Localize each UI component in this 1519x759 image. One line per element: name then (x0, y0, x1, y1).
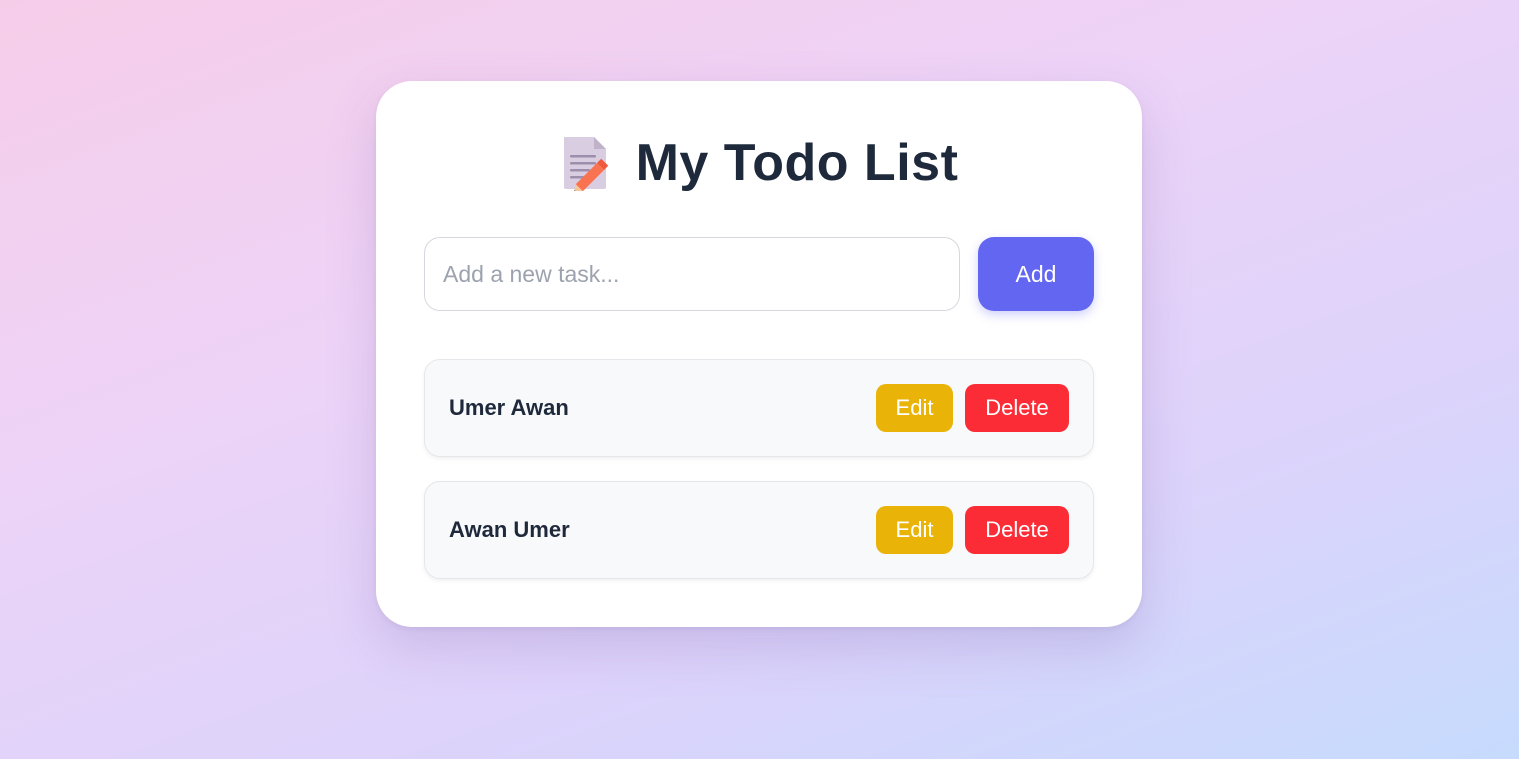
edit-button[interactable]: Edit (876, 506, 953, 554)
todo-text: Umer Awan (449, 395, 569, 420)
todo-item: Umer Awan Edit Delete (424, 359, 1094, 457)
add-task-form: Add (424, 237, 1094, 311)
memo-icon (563, 137, 608, 191)
add-button[interactable]: Add (978, 237, 1094, 311)
header: My Todo List (376, 133, 1142, 193)
delete-button[interactable]: Delete (965, 384, 1069, 432)
new-task-input[interactable] (424, 237, 960, 311)
delete-button[interactable]: Delete (965, 506, 1069, 554)
todo-item: Awan Umer Edit Delete (424, 481, 1094, 579)
todo-text: Awan Umer (449, 517, 570, 542)
edit-button[interactable]: Edit (876, 384, 953, 432)
todo-card: My Todo List Add Umer Awan Edit Delete A… (376, 81, 1142, 627)
todo-list: Umer Awan Edit Delete Awan Umer Edit Del… (424, 359, 1094, 603)
page-title: My Todo List (635, 134, 959, 192)
